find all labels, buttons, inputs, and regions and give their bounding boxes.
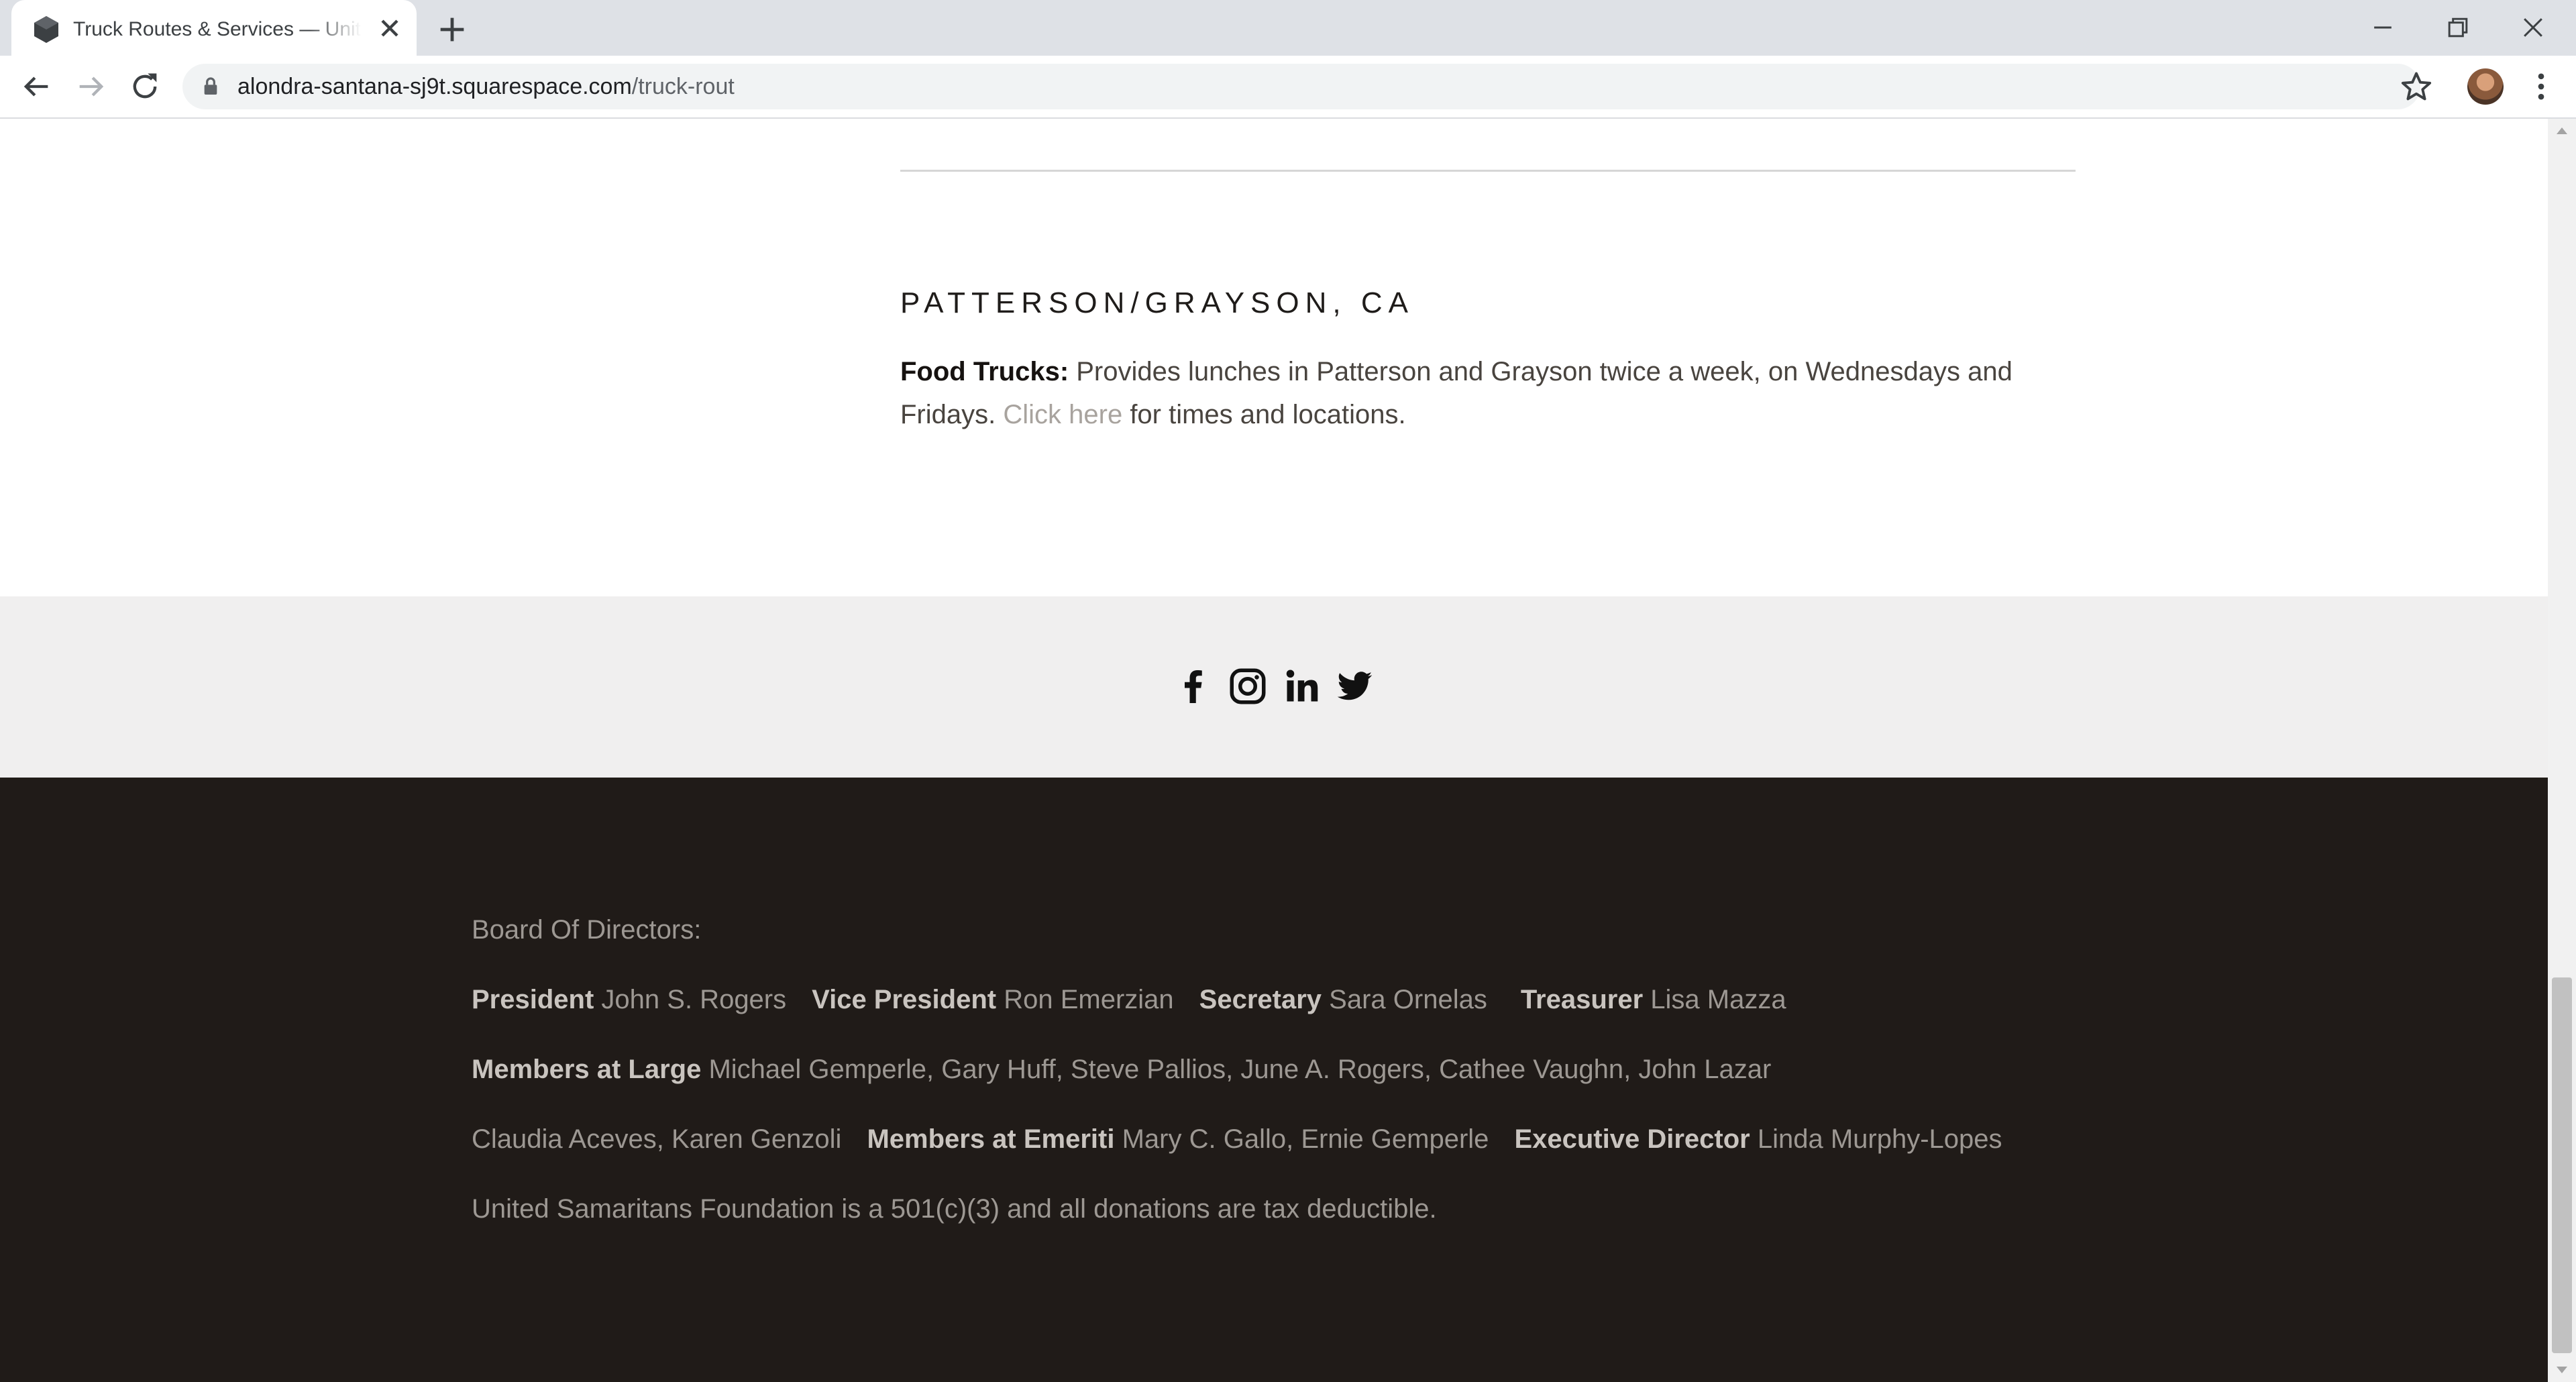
emeriti-label: Members at Emeriti: [867, 1124, 1115, 1154]
url-path: /truck-rout: [631, 74, 735, 99]
section-heading: PATTERSON/GRAYSON, CA: [900, 286, 1414, 319]
vice-president-name: Ron Emerzian: [1004, 985, 1174, 1014]
members-at-large-label: Members at Large: [472, 1055, 702, 1084]
close-tab-icon[interactable]: [375, 13, 405, 43]
restore-button[interactable]: [2420, 0, 2496, 56]
treasurer-name: Lisa Mazza: [1650, 985, 1786, 1014]
section-divider: [900, 170, 2076, 172]
secretary-label: Secretary: [1199, 985, 1322, 1014]
click-here-link[interactable]: Click here: [1003, 400, 1122, 429]
browser-tab[interactable]: Truck Routes & Services — United Samarit…: [11, 0, 417, 56]
members-line: Members at Large Michael Gemperle, Gary …: [472, 1051, 1771, 1088]
social-links-bar: [0, 596, 2548, 778]
instagram-icon[interactable]: [1228, 666, 1268, 706]
members-at-large-names-cont: Claudia Aceves, Karen Genzoli: [472, 1124, 842, 1154]
tab-strip: Truck Routes & Services — United Samarit…: [0, 0, 2576, 56]
scrollbar-thumb[interactable]: [2552, 977, 2572, 1353]
new-tab-icon[interactable]: [435, 12, 470, 47]
url-host: alondra-santana-sj9t.squarespace.com: [237, 74, 632, 99]
treasurer-label: Treasurer: [1520, 985, 1644, 1014]
president-name: John S. Rogers: [601, 985, 787, 1014]
executive-director-label: Executive Director: [1514, 1124, 1750, 1154]
vice-president-label: Vice President: [812, 985, 997, 1014]
back-icon[interactable]: [19, 69, 54, 104]
body-text-end: for times and locations.: [1122, 400, 1406, 429]
officers-line: President John S. Rogers Vice President R…: [472, 981, 1786, 1018]
lock-icon: [204, 77, 217, 95]
restore-icon: [2448, 17, 2468, 38]
browser-toolbar: alondra-santana-sj9t.squarespace.com/tru…: [0, 56, 2576, 119]
tax-note: United Samaritans Foundation is a 501(c)…: [472, 1194, 1437, 1224]
executive-director-name: Linda Murphy-Lopes: [1757, 1124, 2002, 1154]
linkedin-icon[interactable]: [1282, 666, 1322, 706]
members-line-2: Claudia Aceves, Karen Genzoli Members at …: [472, 1120, 2002, 1158]
page-content: PATTERSON/GRAYSON, CA Food Trucks: Provi…: [0, 119, 2548, 1382]
scroll-up-icon[interactable]: [2555, 125, 2569, 136]
bookmark-star-icon[interactable]: [2399, 69, 2434, 104]
address-bar[interactable]: alondra-santana-sj9t.squarespace.com/tru…: [182, 64, 2420, 109]
secretary-name: Sara Ornelas: [1329, 985, 1487, 1014]
forward-icon[interactable]: [74, 69, 109, 104]
close-window-icon: [2524, 18, 2542, 37]
scroll-down-icon[interactable]: [2555, 1365, 2569, 1375]
emeriti-names: Mary C. Gallo, Ernie Gemperle: [1122, 1124, 1489, 1154]
reload-icon[interactable]: [127, 69, 162, 104]
close-window-button[interactable]: [2496, 0, 2571, 56]
section-body: Food Trucks: Provides lunches in Patters…: [900, 350, 2081, 436]
site-favicon-icon: [34, 16, 58, 43]
minimize-icon: [2374, 26, 2392, 29]
tab-title: Truck Routes & Services — United Samarit…: [73, 18, 362, 40]
twitter-icon[interactable]: [1334, 666, 1375, 706]
facebook-icon[interactable]: [1173, 666, 1214, 706]
president-label: President: [472, 985, 594, 1014]
browser-menu-icon[interactable]: [2524, 69, 2559, 104]
food-trucks-label: Food Trucks:: [900, 357, 1069, 386]
url-text: alondra-santana-sj9t.squarespace.com/tru…: [237, 72, 735, 101]
site-footer: Board Of Directors: President John S. Ro…: [0, 778, 2548, 1382]
minimize-button[interactable]: [2345, 0, 2420, 56]
board-heading: Board Of Directors:: [472, 915, 702, 945]
page-scrollbar[interactable]: [2548, 119, 2576, 1382]
members-at-large-names: Michael Gemperle, Gary Huff, Steve Palli…: [708, 1055, 1772, 1084]
profile-avatar[interactable]: [2467, 68, 2504, 105]
